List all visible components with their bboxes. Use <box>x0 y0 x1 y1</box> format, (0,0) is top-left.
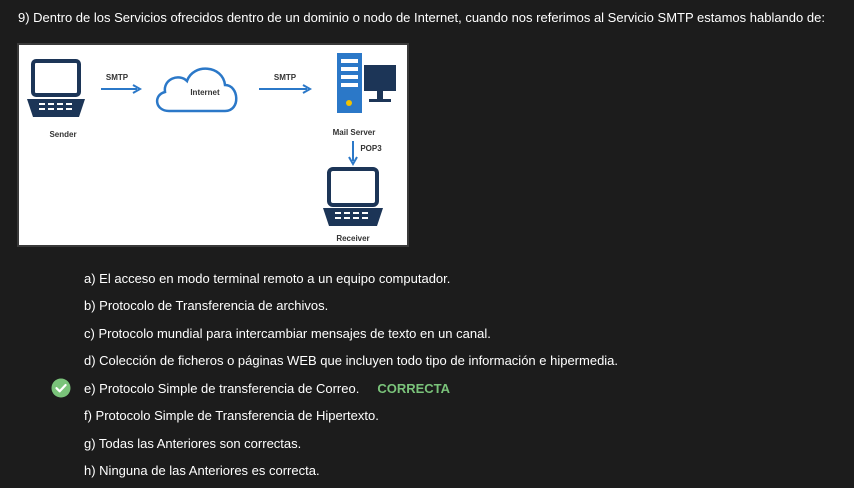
arrow-right-icon <box>101 84 143 94</box>
correct-badge: CORRECTA <box>377 381 451 396</box>
mail-server-label: Mail Server <box>333 128 376 137</box>
option-c[interactable]: c) Protocolo mundial para intercambiar m… <box>84 326 491 341</box>
question-text: 9) Dentro de los Servicios ofrecidos den… <box>18 10 825 25</box>
option-g[interactable]: g) Todas las Anteriores son correctas. <box>84 436 301 451</box>
option-a[interactable]: a) El acceso en modo terminal remoto a u… <box>84 271 450 286</box>
check-circle-icon <box>51 378 71 398</box>
option-e[interactable]: e) Protocolo Simple de transferencia de … <box>84 381 450 396</box>
option-b[interactable]: b) Protocolo de Transferencia de archivo… <box>84 298 328 313</box>
smtp-label-1: SMTP <box>106 73 129 82</box>
email-flow-diagram: Sender SMTP Internet SMTP Mail Server PO… <box>17 43 409 247</box>
smtp-label-2: SMTP <box>274 73 297 82</box>
arrow-right-icon <box>259 84 313 94</box>
arrow-down-icon <box>348 141 358 167</box>
sender-laptop-icon <box>27 59 85 117</box>
option-f[interactable]: f) Protocolo Simple de Transferencia de … <box>84 408 379 423</box>
option-h[interactable]: h) Ninguna de las Anteriores es correcta… <box>84 463 320 478</box>
pop3-label: POP3 <box>360 144 382 153</box>
option-d[interactable]: d) Colección de ficheros o páginas WEB q… <box>84 353 618 368</box>
receiver-laptop-icon <box>323 167 383 226</box>
internet-label: Internet <box>190 88 220 97</box>
mail-server-icon <box>337 53 396 113</box>
sender-label: Sender <box>49 130 76 139</box>
option-e-text: e) Protocolo Simple de transferencia de … <box>84 381 360 396</box>
receiver-label: Receiver <box>336 234 369 243</box>
